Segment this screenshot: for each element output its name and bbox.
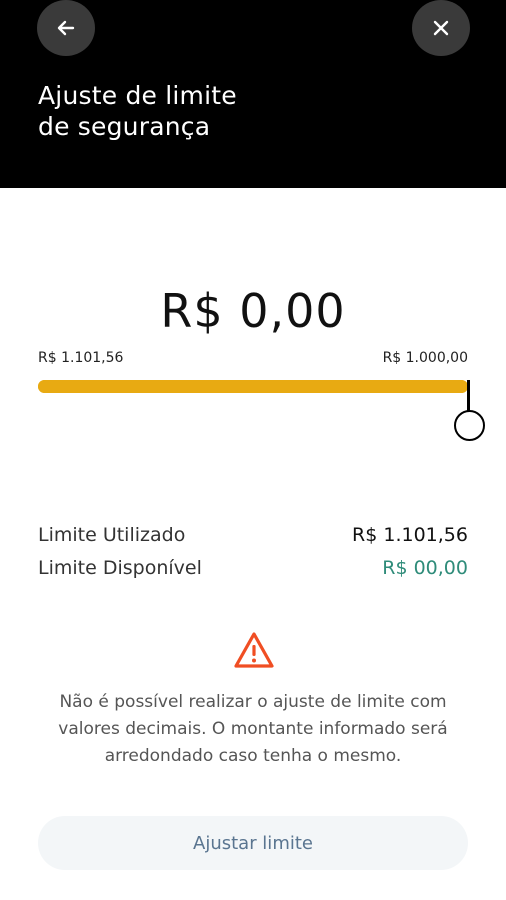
- close-icon: [432, 19, 450, 37]
- used-limit-label: Limite Utilizado: [38, 524, 186, 546]
- back-button[interactable]: [37, 0, 95, 56]
- close-button[interactable]: [412, 0, 470, 56]
- page-title-line-1: Ajuste de limite: [38, 81, 237, 110]
- adjust-limit-button[interactable]: Ajustar limite: [38, 816, 468, 870]
- slider-min-label: R$ 1.101,56: [38, 350, 124, 366]
- decimal-notice: Não é possível realizar o ajuste de limi…: [28, 689, 478, 770]
- available-limit-label: Limite Disponível: [38, 557, 202, 579]
- selected-amount: R$ 0,00: [160, 284, 346, 338]
- page-title-line-2: de segurança: [38, 112, 211, 141]
- decimal-notice-line-3: arredondado caso tenha o mesmo.: [104, 746, 402, 766]
- used-limit-value: R$ 1.101,56: [352, 524, 468, 546]
- available-limit-row: Limite Disponível R$ 00,00: [38, 556, 468, 580]
- limit-slider-fill: [38, 380, 468, 393]
- decimal-notice-line-2: valores decimais. O montante informado s…: [58, 719, 448, 739]
- page-title: Ajuste de limite de segurança: [38, 80, 458, 142]
- limit-slider-stem: [467, 380, 470, 412]
- decimal-notice-line-1: Não é possível realizar o ajuste de limi…: [59, 692, 447, 712]
- available-limit-value: R$ 00,00: [382, 557, 468, 579]
- limit-slider-track[interactable]: [38, 380, 468, 393]
- slider-max-label: R$ 1.000,00: [382, 350, 468, 366]
- used-limit-row: Limite Utilizado R$ 1.101,56: [38, 523, 468, 547]
- arrow-left-icon: [56, 18, 76, 38]
- adjust-limit-button-label: Ajustar limite: [193, 832, 313, 854]
- limit-slider-thumb[interactable]: [454, 410, 485, 441]
- warning-icon: [232, 630, 276, 670]
- header: Ajuste de limite de segurança: [0, 0, 506, 188]
